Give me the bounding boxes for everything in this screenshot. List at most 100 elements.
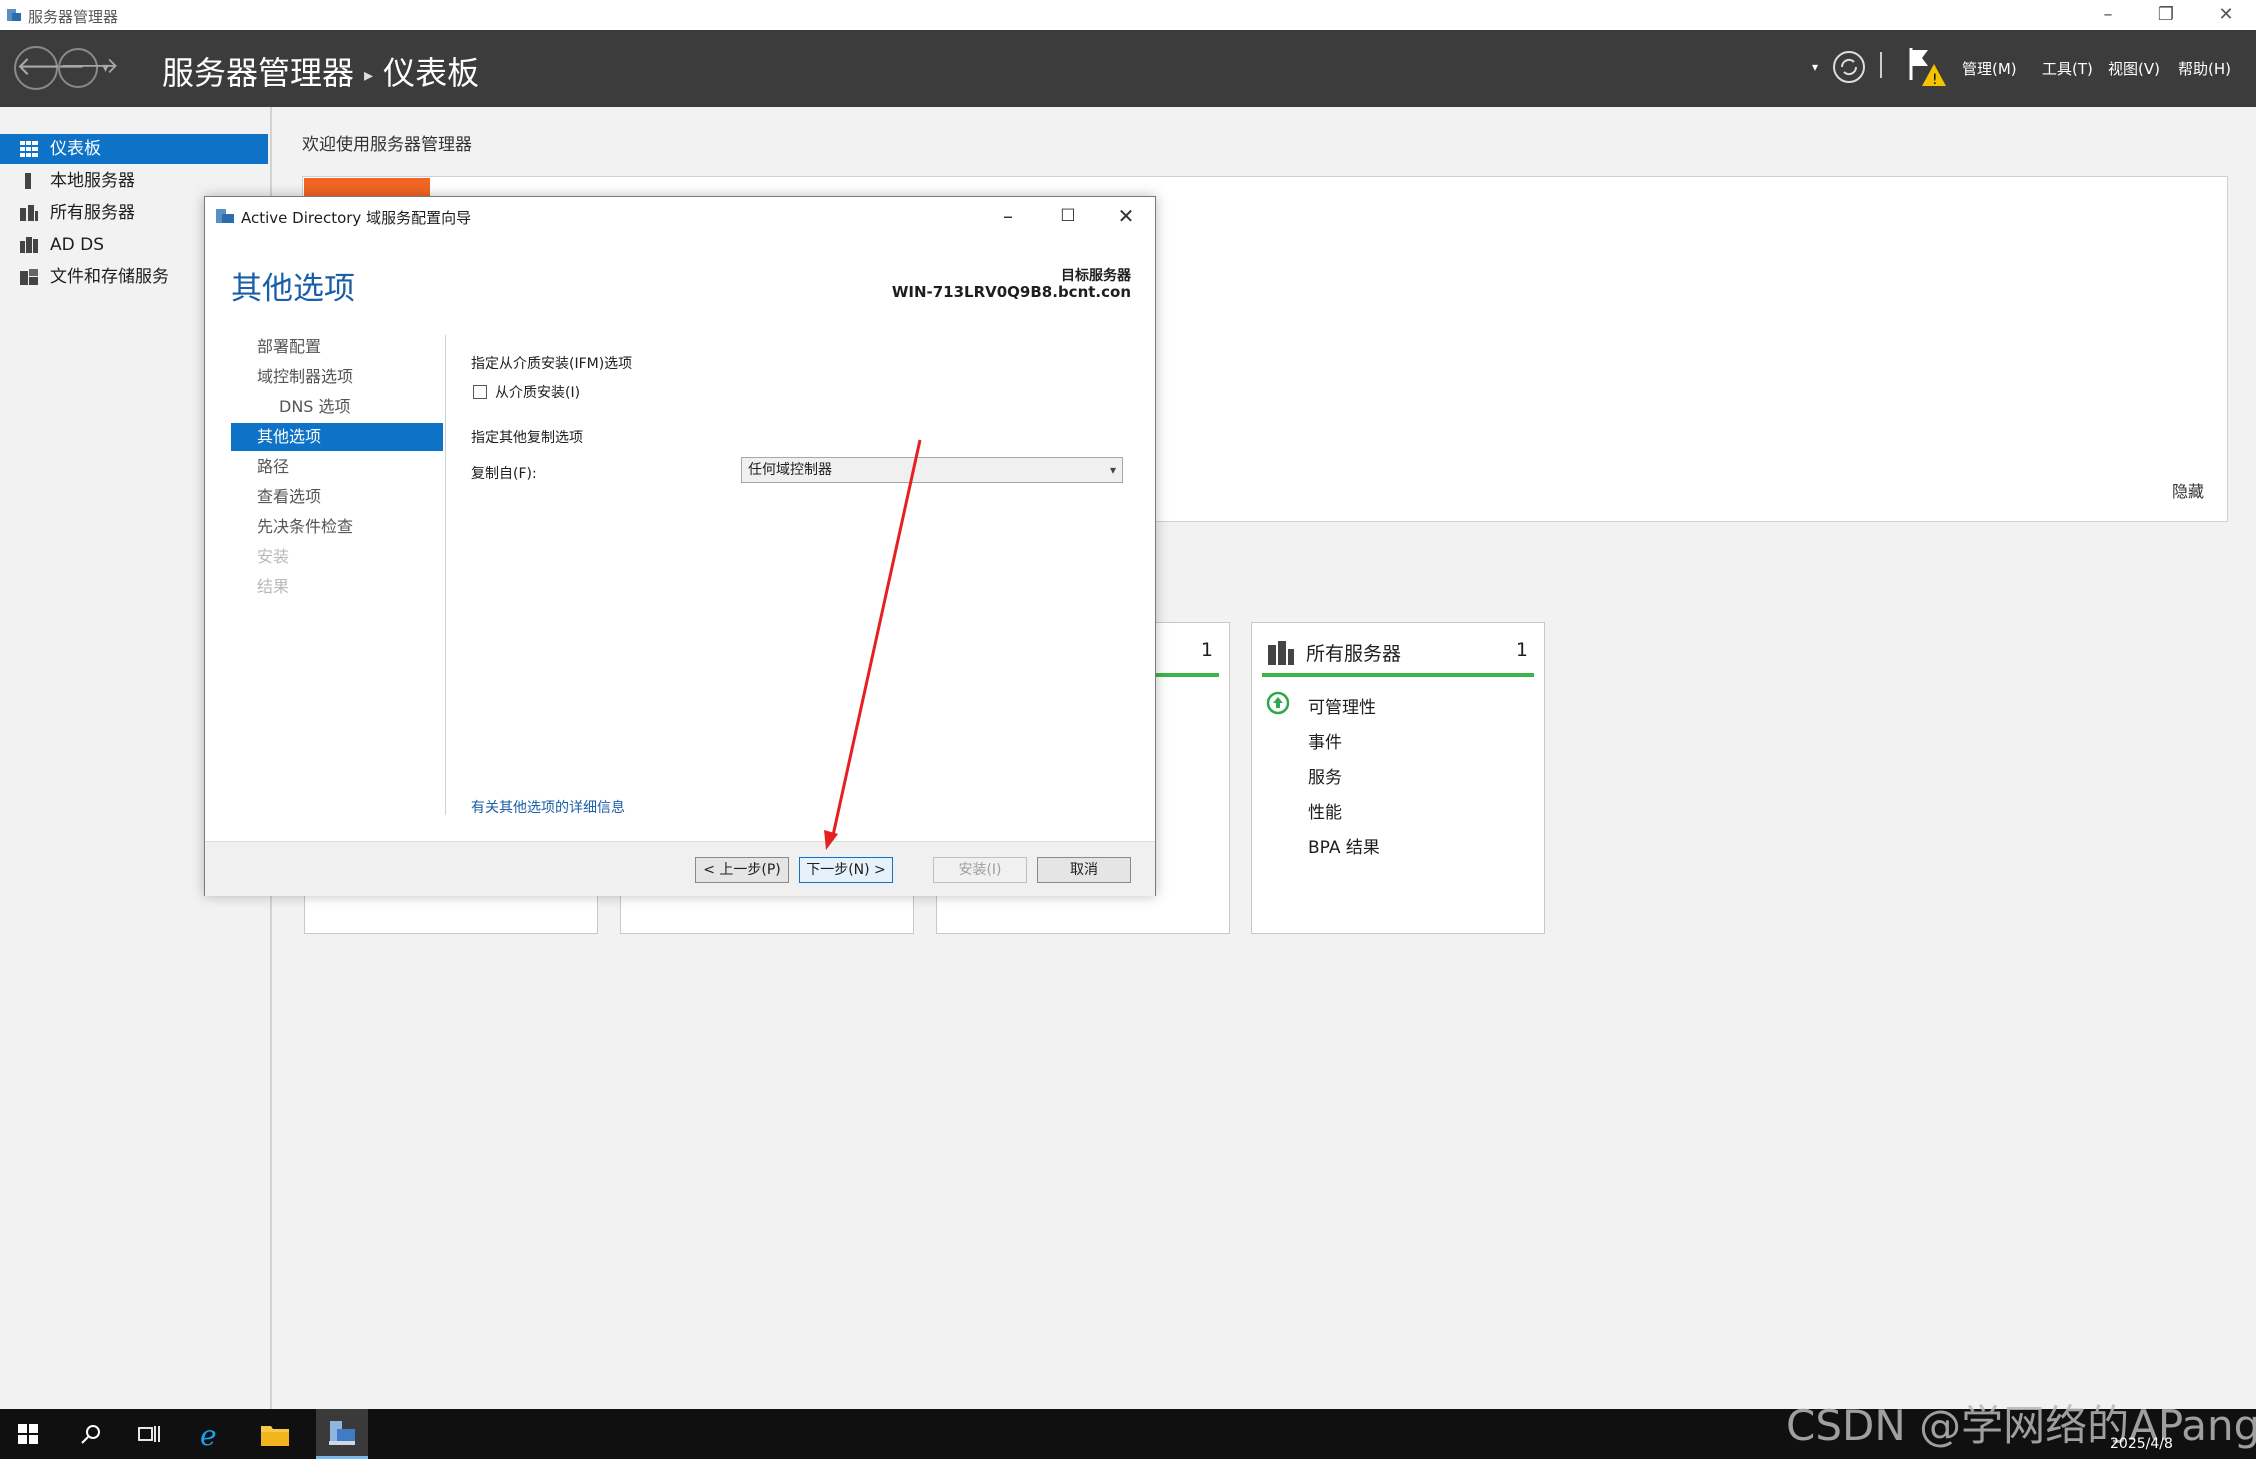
restore-button[interactable]: ❐ (2146, 4, 2186, 25)
tile-row-events[interactable]: 事件 (1308, 728, 1342, 753)
install-button: 安装(I) (933, 857, 1027, 883)
back-button[interactable]: 🡐 (14, 46, 86, 90)
dashboard-icon (20, 141, 38, 157)
file-explorer-icon[interactable] (260, 1421, 290, 1447)
internet-explorer-icon[interactable]: e (198, 1420, 228, 1448)
hide-link[interactable]: 隐藏 (2172, 478, 2204, 502)
replicate-from-value: 任何域控制器 (748, 462, 832, 478)
wizard-nav-paths[interactable]: 路径 (231, 453, 443, 481)
menu-manage[interactable]: 管理(M) (1962, 58, 2017, 79)
wizard-nav-results: 结果 (231, 573, 443, 601)
welcome-title: 欢迎使用服务器管理器 (302, 135, 472, 155)
sidebar-item-dashboard[interactable]: 仪表板 (0, 134, 268, 164)
window-titlebar: 服务器管理器 – ❐ ✕ (0, 0, 2256, 31)
svg-text:e: e (200, 1420, 217, 1448)
notification-flag-icon[interactable]: ! (1908, 46, 1948, 88)
breadcrumb-app: 服务器管理器 (162, 54, 355, 92)
wizard-close-button[interactable]: ✕ (1103, 201, 1149, 231)
server-manager-icon (7, 9, 21, 21)
refresh-dropdown-icon[interactable]: ▾ (1812, 60, 1818, 74)
chevron-down-icon: ▾ (1109, 463, 1116, 477)
close-button[interactable]: ✕ (2206, 4, 2246, 25)
ifm-checkbox-label[interactable]: 从介质安装(I) (495, 382, 580, 402)
breadcrumb-separator-icon: ▸ (364, 64, 374, 86)
ifm-section-heading: 指定从介质安装(IFM)选项 (471, 356, 633, 372)
servers-icon (20, 205, 38, 221)
server-manager-icon (329, 1421, 355, 1445)
window-title: 服务器管理器 (28, 8, 119, 26)
replicate-from-label: 复制自(F): (471, 466, 537, 482)
app-header: 🡐 🡒 ▾ 服务器管理器 ▸ 仪表板 ▾ ! 管理(M) 工具(T) 视图(V) 帮… (0, 30, 2256, 107)
wizard-nav-label: 查看选项 (257, 487, 322, 506)
back-step-button[interactable]: < 上一步(P) (695, 857, 789, 883)
tile-row-performance[interactable]: 性能 (1308, 798, 1342, 823)
ad-ds-config-wizard: Active Directory 域服务配置向导 – ☐ ✕ 其他选项 目标服务… (204, 196, 1156, 896)
wizard-nav-label: DNS 选项 (279, 397, 351, 416)
wizard-nav-review-options[interactable]: 查看选项 (231, 483, 443, 511)
tile-row-services[interactable]: 服务 (1308, 763, 1342, 788)
wizard-nav-label: 其他选项 (257, 427, 322, 446)
wizard-nav-additional-options[interactable]: 其他选项 (231, 423, 443, 451)
sidebar-item-label: 本地服务器 (50, 171, 135, 191)
wizard-nav-label: 部署配置 (257, 337, 322, 356)
ifm-checkbox[interactable] (473, 385, 487, 399)
clock-date: 2025/4/8 (2110, 1436, 2173, 1452)
wizard-nav-label: 域控制器选项 (257, 367, 354, 386)
header-divider (1880, 52, 1882, 78)
watermark-text: CSDN @学网络的APang (1786, 1401, 2256, 1450)
wizard-nav-label: 先决条件检查 (257, 517, 354, 536)
task-view-icon[interactable] (138, 1423, 160, 1445)
wizard-maximize-button[interactable]: ☐ (1045, 201, 1091, 231)
wizard-nav-label: 结果 (257, 577, 290, 596)
wizard-nav-divider (445, 335, 446, 815)
adds-icon (20, 237, 38, 253)
sidebar-item-label: AD DS (50, 235, 105, 255)
sidebar-item-local-server[interactable]: 本地服务器 (0, 166, 268, 196)
more-info-link[interactable]: 有关其他选项的详细信息 (471, 797, 625, 817)
windows-start-icon[interactable] (18, 1424, 38, 1444)
replication-section-heading: 指定其他复制选项 (471, 430, 583, 446)
history-dropdown-icon[interactable]: ▾ (102, 60, 109, 76)
refresh-icon[interactable] (1832, 50, 1866, 84)
tile-count: 1 (1200, 639, 1213, 661)
server-icon (25, 173, 31, 189)
search-icon[interactable] (80, 1423, 102, 1445)
storage-icon (20, 269, 38, 285)
taskbar-server-manager[interactable] (316, 1409, 368, 1459)
target-server-name: WIN-713LRV0Q9B8.bcnt.con (891, 283, 1131, 301)
breadcrumb: 服务器管理器 ▸ 仪表板 (162, 48, 479, 94)
wizard-nav-dc-options[interactable]: 域控制器选项 (231, 363, 443, 391)
tile-title: 所有服务器 (1306, 643, 1402, 665)
wizard-app-icon (216, 209, 234, 223)
up-arrow-status-icon (1266, 691, 1290, 715)
menu-tools[interactable]: 工具(T) (2042, 58, 2093, 79)
sidebar-item-label: 仪表板 (50, 139, 101, 159)
menu-view[interactable]: 视图(V) (2108, 58, 2160, 79)
sidebar-item-label: 文件和存储服务 (50, 267, 169, 287)
next-step-button[interactable]: 下一步(N) > (799, 857, 893, 883)
svg-text:!: ! (1932, 72, 1938, 88)
wizard-nav-deployment-config[interactable]: 部署配置 (231, 333, 443, 361)
wizard-nav-install: 安装 (231, 543, 443, 571)
wizard-title: Active Directory 域服务配置向导 (241, 209, 472, 227)
wizard-minimize-button[interactable]: – (985, 201, 1031, 231)
forward-button[interactable]: 🡒 (58, 48, 119, 88)
tile-header: 所有服务器 1 (1262, 635, 1534, 677)
wizard-nav-dns-options[interactable]: DNS 选项 (231, 393, 443, 421)
tile-row-manageability[interactable]: 可管理性 (1308, 693, 1376, 718)
replicate-from-select[interactable]: 任何域控制器 ▾ (741, 457, 1123, 483)
wizard-page-heading: 其他选项 (231, 271, 355, 307)
servers-icon (1268, 641, 1294, 665)
breadcrumb-page: 仪表板 (383, 54, 480, 92)
tile-all-servers[interactable]: 所有服务器 1 可管理性 事件 服务 性能 BPA 结果 (1251, 622, 1545, 934)
menu-help[interactable]: 帮助(H) (2178, 58, 2231, 79)
sidebar-item-label: 所有服务器 (50, 203, 135, 223)
tile-count: 1 (1515, 639, 1528, 661)
quick-start-tab[interactable] (304, 178, 430, 196)
tile-row-bpa-results[interactable]: BPA 结果 (1308, 833, 1380, 858)
target-server-label: 目标服务器 (1061, 268, 1131, 284)
minimize-button[interactable]: – (2088, 4, 2128, 25)
wizard-nav-label: 路径 (257, 457, 290, 476)
wizard-nav-prerequisites[interactable]: 先决条件检查 (231, 513, 443, 541)
cancel-button[interactable]: 取消 (1037, 857, 1131, 883)
